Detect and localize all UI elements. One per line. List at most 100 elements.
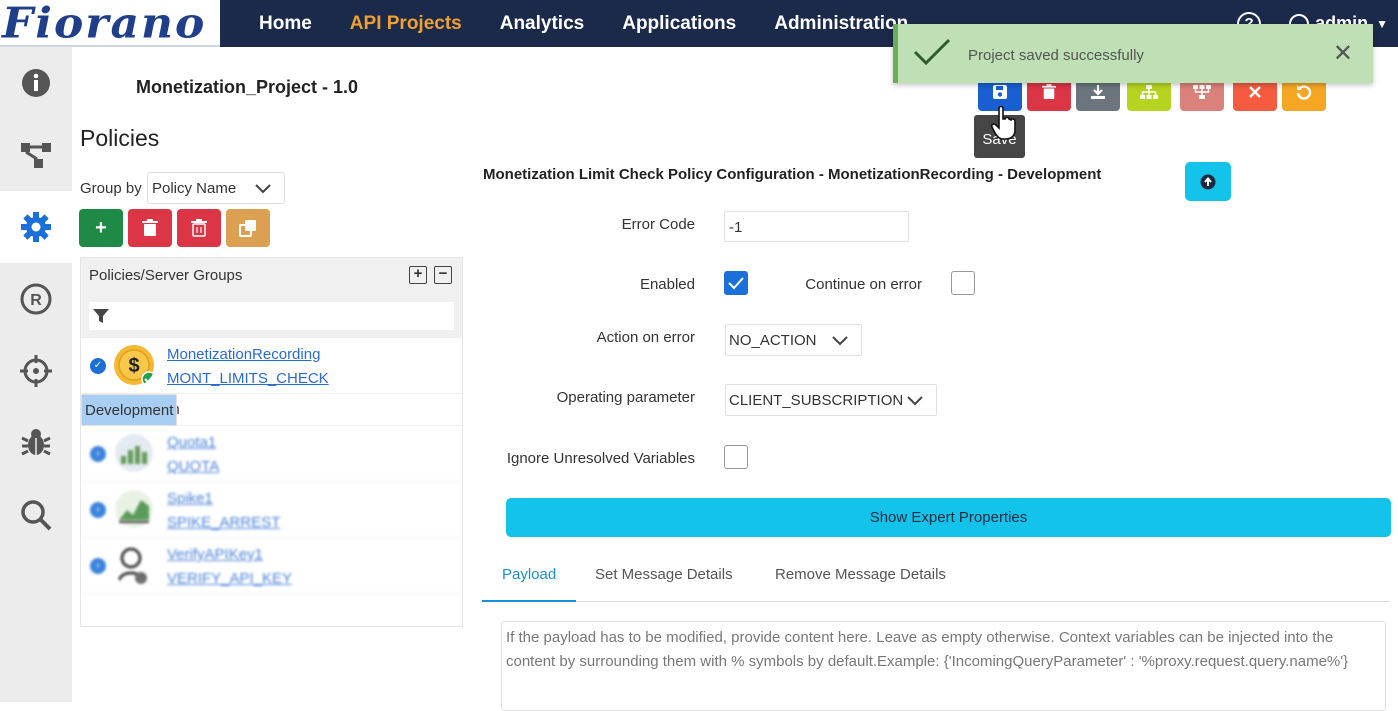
hierarchy-icon [1193,84,1211,99]
policy-type-link[interactable]: VERIFY_API_KEY [167,570,292,587]
gear-icon[interactable] [0,191,72,263]
undo-icon [1296,85,1312,100]
policy-type-link[interactable]: QUOTA [167,458,219,475]
policy-name-link[interactable]: Spike1 [167,490,213,507]
bug-icon[interactable] [0,407,72,479]
policy-item[interactable]: › Quota1 QUOTA [81,426,462,482]
toast-message: Project saved successfully [968,47,1144,64]
copy-policy-button[interactable] [226,209,270,247]
action-on-error-value: NO_ACTION [729,332,817,349]
expand-circle-icon[interactable]: › [90,446,106,462]
ignore-unresolved-checkbox[interactable] [724,445,748,469]
tree-header-label: Policies/Server Groups [89,267,243,284]
tree-header: Policies/Server Groups + − [81,258,462,294]
trash-icon [191,219,207,237]
plus-icon: + [95,216,107,239]
group-by-value: Policy Name [152,180,237,197]
success-toast: Project saved successfully ✕ [893,24,1373,83]
enabled-label: Enabled [639,276,695,293]
dollar-coin-icon: $ [114,345,155,386]
tab-set-message-details[interactable]: Set Message Details [595,566,733,583]
checkmark-icon [728,277,744,290]
policy-item[interactable]: ✓ $ MonetizationRecording MONT_LIMITS_CH… [81,338,462,394]
chevron-down-icon [907,396,923,406]
logo-text: Fiorano [2,0,207,48]
delete-all-button[interactable] [177,209,221,247]
caret-down-icon[interactable]: ▼ [1376,17,1388,31]
search-icon[interactable] [0,479,72,551]
download-icon [1091,85,1105,99]
group-by-select[interactable]: Policy Name [147,172,285,204]
ignore-unresolved-label: Ignore Unresolved Variables [506,450,695,467]
project-title: Monetization_Project - 1.0 [136,77,359,97]
policy-item[interactable]: › VerifyAPIKey1 VERIFY_API_KEY [81,538,462,594]
floppy-disk-icon [993,85,1007,99]
flow-icon[interactable] [0,119,72,191]
copy-icon [239,220,256,237]
key-user-icon [117,547,147,584]
expand-all-icon[interactable]: + [409,266,427,284]
policy-type-link[interactable]: MONT_LIMITS_CHECK [167,370,329,387]
collapse-all-icon[interactable]: − [434,266,452,284]
error-code-input[interactable]: -1 [724,211,909,242]
operating-parameter-select[interactable]: CLIENT_SUBSCRIPTION [725,384,937,416]
policy-name-link[interactable]: MonetizationRecording [167,346,320,363]
delete-policy-button[interactable] [128,209,172,247]
main-nav: Home API Projects Analytics Applications… [240,0,927,47]
arrow-up-circle-icon [1200,174,1216,189]
scroll-up-button[interactable] [1185,162,1231,201]
filter-input[interactable] [89,302,454,330]
show-expert-properties-button[interactable]: Show Expert Properties [506,498,1391,537]
trash-icon [142,219,158,236]
operating-parameter-label: Operating parameter [556,389,695,406]
config-title: Monetization Limit Check Policy Configur… [483,166,1102,183]
nav-applications[interactable]: Applications [622,13,736,35]
check-icon [913,38,951,66]
nav-api-projects[interactable]: API Projects [350,13,462,35]
policies-heading: Policies [80,125,160,151]
sitemap-icon [1140,84,1158,99]
env-development[interactable]: Development [81,394,178,426]
left-sidebar: R [0,47,72,702]
chevron-down-icon [832,336,848,346]
add-policy-button[interactable]: + [79,209,123,247]
close-icon[interactable]: ✕ [1333,39,1353,68]
enabled-checkbox[interactable] [724,271,748,295]
message-tabs: Payload Set Message Details Remove Messa… [482,555,1390,602]
expand-circle-icon[interactable]: › [90,558,106,574]
svg-text:$: $ [128,355,139,377]
policy-name-link[interactable]: VerifyAPIKey1 [167,546,263,563]
error-code-label: Error Code [621,216,695,233]
registered-icon[interactable]: R [0,263,72,335]
nav-home[interactable]: Home [259,13,312,35]
target-icon[interactable] [0,335,72,407]
tab-remove-message-details[interactable]: Remove Message Details [775,566,946,583]
action-on-error-label: Action on error [596,329,695,346]
policy-type-link[interactable]: SPIKE_ARREST [167,514,280,531]
filter-icon [93,309,109,323]
action-on-error-select[interactable]: NO_ACTION [725,324,862,356]
logo[interactable]: Fiorano [0,0,220,48]
payload-textarea[interactable]: If the payload has to be modified, provi… [501,621,1386,711]
nav-administration[interactable]: Administration [774,13,908,35]
policy-item[interactable]: › Spike1 SPIKE_ARREST [81,482,462,538]
chevron-down-icon [255,184,271,194]
check-circle-icon[interactable]: ✓ [90,358,106,374]
spike-chart-icon [115,490,153,528]
close-icon [1249,86,1261,98]
expand-circle-icon[interactable]: › [90,502,106,518]
svg-text:R: R [30,292,42,309]
info-icon[interactable] [0,47,72,119]
policy-name-link[interactable]: Quota1 [167,434,216,451]
hand-cursor-icon [991,106,1016,140]
trash-icon [1042,84,1056,99]
continue-on-error-label: Continue on error [805,276,922,293]
active-tab-indicator [482,600,576,602]
quota-chart-icon [115,434,153,472]
nav-analytics[interactable]: Analytics [500,13,584,35]
policy-tree: Policies/Server Groups + − ✓ $ Monetizat… [80,257,463,627]
operating-parameter-value: CLIENT_SUBSCRIPTION [729,392,904,409]
filter-row [81,294,462,338]
continue-on-error-checkbox[interactable] [951,271,975,295]
tab-payload[interactable]: Payload [502,566,556,583]
